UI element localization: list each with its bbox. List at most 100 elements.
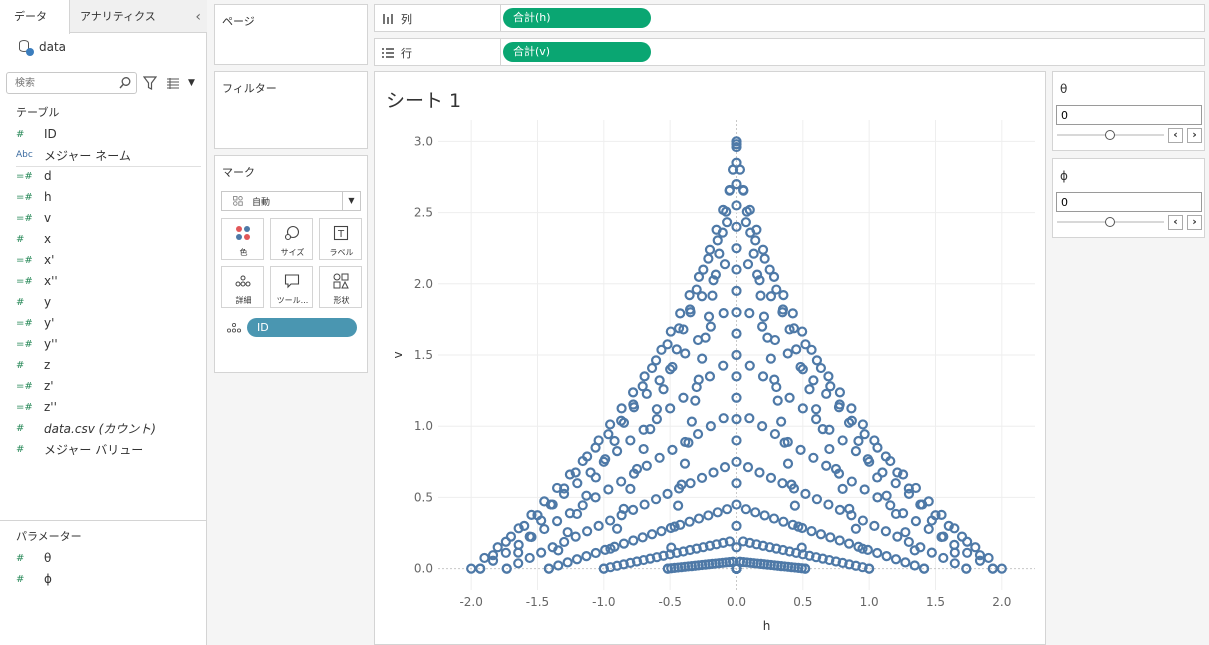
- data-point[interactable]: [892, 531, 903, 542]
- field-item[interactable]: # y: [16, 292, 51, 312]
- decrement-button[interactable]: ‹: [1168, 215, 1183, 230]
- data-point[interactable]: [869, 435, 880, 446]
- data-point[interactable]: [759, 510, 770, 521]
- data-point[interactable]: [651, 404, 662, 415]
- filter-icon[interactable]: [143, 75, 157, 91]
- data-point[interactable]: [748, 248, 759, 259]
- data-point[interactable]: [757, 321, 768, 332]
- data-point[interactable]: [744, 413, 755, 424]
- data-point[interactable]: [869, 520, 880, 532]
- data-point[interactable]: [880, 526, 891, 537]
- data-point[interactable]: [872, 547, 883, 559]
- data-point[interactable]: [612, 523, 623, 534]
- shape-button[interactable]: 形状: [319, 266, 362, 308]
- data-point[interactable]: [881, 551, 892, 562]
- data-point[interactable]: [823, 499, 834, 510]
- tab-analytics[interactable]: アナリティクス: [70, 0, 180, 33]
- data-point[interactable]: [777, 478, 788, 489]
- data-point[interactable]: [641, 460, 652, 471]
- data-point[interactable]: [740, 504, 751, 515]
- data-point[interactable]: [700, 332, 711, 343]
- data-point[interactable]: [962, 536, 973, 547]
- data-point[interactable]: [846, 476, 857, 487]
- data-point[interactable]: [673, 500, 684, 511]
- data-point[interactable]: [691, 284, 702, 295]
- data-point[interactable]: [638, 443, 649, 455]
- data-point[interactable]: [983, 552, 994, 564]
- data-point[interactable]: [823, 371, 834, 382]
- data-point[interactable]: [628, 535, 639, 546]
- data-point[interactable]: [890, 478, 901, 489]
- data-point[interactable]: [722, 217, 733, 228]
- data-point[interactable]: [492, 542, 503, 553]
- data-point[interactable]: [859, 429, 870, 440]
- data-point[interactable]: [718, 308, 729, 319]
- data-point[interactable]: [765, 472, 777, 483]
- data-point[interactable]: [654, 452, 665, 463]
- collapse-pane-icon[interactable]: ‹: [195, 9, 201, 25]
- data-point[interactable]: [900, 527, 911, 538]
- data-point[interactable]: [616, 476, 627, 487]
- data-point[interactable]: [776, 416, 787, 427]
- data-point[interactable]: [837, 483, 848, 495]
- data-point[interactable]: [646, 362, 658, 374]
- data-point[interactable]: [764, 264, 775, 275]
- data-point[interactable]: [562, 557, 573, 568]
- data-point[interactable]: [678, 392, 689, 403]
- field-item[interactable]: =# v: [16, 208, 51, 228]
- data-point[interactable]: [671, 344, 682, 355]
- data-point[interactable]: [859, 484, 870, 495]
- data-point[interactable]: [667, 444, 678, 455]
- chevron-down-icon[interactable]: ▼: [342, 192, 360, 210]
- data-point[interactable]: [603, 484, 614, 495]
- data-point[interactable]: [665, 326, 676, 337]
- data-point[interactable]: [685, 478, 696, 489]
- field-item[interactable]: =# z'': [16, 397, 57, 417]
- data-point[interactable]: [603, 429, 614, 440]
- data-point[interactable]: [834, 387, 846, 398]
- data-point[interactable]: [609, 435, 620, 447]
- data-point[interactable]: [639, 499, 650, 510]
- field-item[interactable]: =# y'': [16, 334, 58, 354]
- data-point[interactable]: [712, 507, 723, 518]
- data-point[interactable]: [693, 513, 705, 524]
- data-point[interactable]: [742, 462, 754, 473]
- data-point[interactable]: [784, 392, 795, 403]
- data-point[interactable]: [857, 515, 868, 526]
- data-point[interactable]: [524, 552, 535, 564]
- data-point[interactable]: [593, 435, 604, 446]
- data-point[interactable]: [850, 523, 861, 534]
- color-button[interactable]: 色: [221, 218, 264, 260]
- data-point[interactable]: [714, 248, 725, 259]
- data-point[interactable]: [684, 516, 695, 527]
- data-point[interactable]: [762, 332, 773, 343]
- data-point[interactable]: [970, 542, 981, 553]
- data-point[interactable]: [487, 555, 499, 566]
- data-point[interactable]: [825, 532, 836, 543]
- data-point[interactable]: [771, 284, 782, 295]
- field-item[interactable]: # ID: [16, 124, 57, 144]
- field-item[interactable]: =# z': [16, 376, 54, 396]
- data-point[interactable]: [559, 536, 570, 548]
- data-point[interactable]: [926, 547, 937, 558]
- data-point[interactable]: [808, 452, 819, 463]
- data-point[interactable]: [797, 326, 808, 337]
- data-point[interactable]: [605, 419, 616, 430]
- data-point[interactable]: [808, 375, 819, 386]
- data-point[interactable]: [742, 259, 754, 270]
- field-item[interactable]: =# d: [16, 166, 52, 186]
- slider-handle[interactable]: [1105, 130, 1115, 140]
- field-item[interactable]: Abc メジャー ネーム: [16, 145, 131, 165]
- data-point[interactable]: [923, 523, 934, 535]
- field-item[interactable]: =# x': [16, 250, 54, 270]
- pages-shelf[interactable]: ページ: [214, 4, 368, 65]
- data-point[interactable]: [625, 483, 636, 495]
- data-point[interactable]: [718, 413, 729, 424]
- data-point[interactable]: [815, 529, 827, 540]
- data-point[interactable]: [605, 515, 616, 526]
- data-point[interactable]: [704, 244, 716, 255]
- data-point[interactable]: [704, 371, 716, 382]
- field-item[interactable]: # z: [16, 355, 50, 375]
- data-point[interactable]: [658, 384, 669, 395]
- data-point[interactable]: [837, 435, 848, 446]
